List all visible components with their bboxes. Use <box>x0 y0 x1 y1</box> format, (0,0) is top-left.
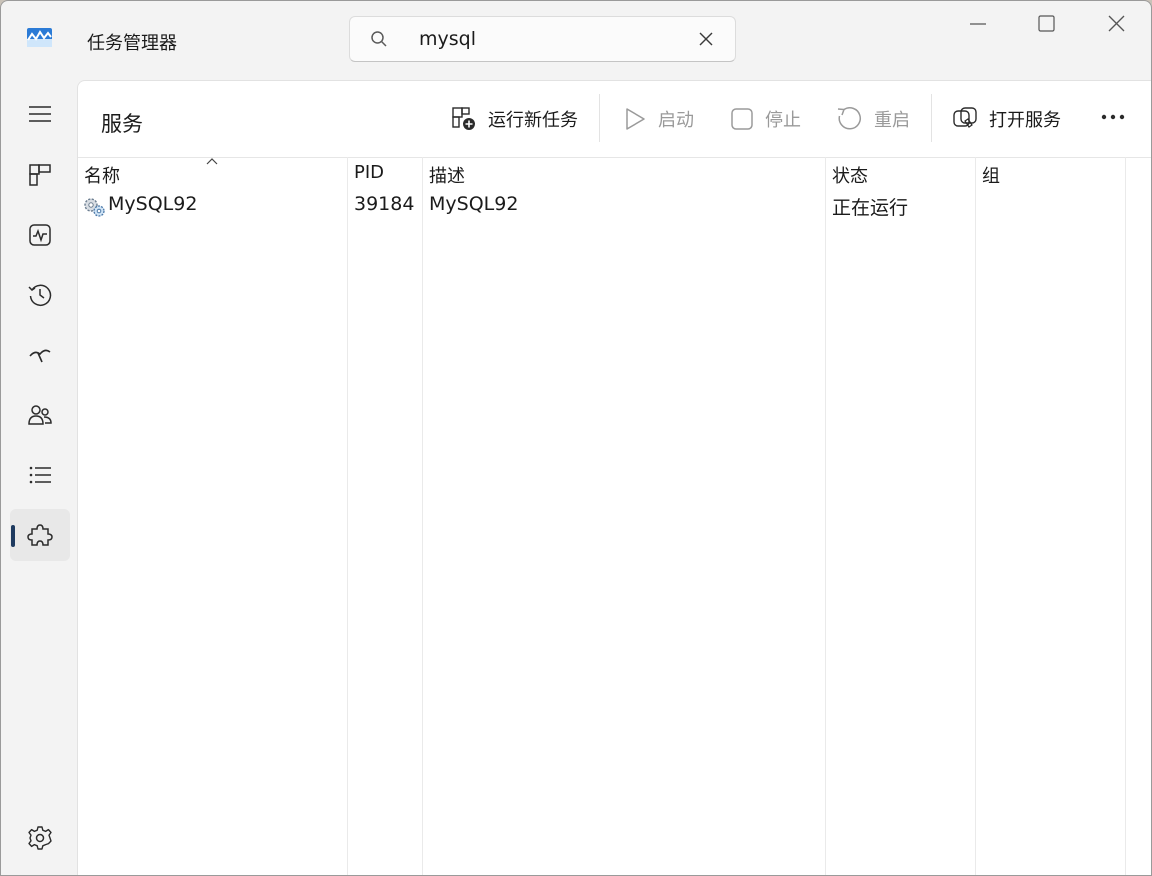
performance-icon <box>29 224 51 246</box>
column-divider[interactable] <box>975 157 976 875</box>
open-services-button[interactable]: 打开服务 <box>953 102 1061 136</box>
open-services-label: 打开服务 <box>989 110 1061 131</box>
start-label: 启动 <box>658 110 694 131</box>
column-header-pid[interactable]: PID <box>354 162 384 183</box>
task-manager-app-icon <box>27 28 52 47</box>
users-icon <box>28 405 52 425</box>
service-gears-icon <box>84 198 105 217</box>
run-new-task-label: 运行新任务 <box>488 110 578 131</box>
sort-ascending-icon <box>206 158 218 165</box>
task-manager-window: 任务管理器 mysql 服务 运行新任务 启动 停止 重启 打开服务 名称 PI… <box>0 0 1152 876</box>
search-box[interactable]: mysql <box>349 16 736 62</box>
nav-details[interactable] <box>10 449 70 501</box>
nav-sidebar <box>1 79 77 875</box>
start-button[interactable]: 启动 <box>624 102 694 136</box>
nav-processes[interactable] <box>10 149 70 201</box>
column-divider[interactable] <box>825 157 826 875</box>
restart-button[interactable]: 重启 <box>836 102 910 136</box>
details-list-icon <box>29 466 51 484</box>
title-bar: 任务管理器 mysql <box>1 1 1151 79</box>
processes-icon <box>29 164 51 186</box>
close-button[interactable] <box>1093 7 1139 41</box>
maximize-button[interactable] <box>1023 7 1069 41</box>
history-icon <box>28 284 52 307</box>
gear-icon <box>28 826 52 850</box>
play-icon <box>626 108 645 130</box>
app-title: 任务管理器 <box>87 33 177 54</box>
service-description-cell[interactable]: MySQL92 <box>429 193 518 215</box>
column-header-name[interactable]: 名称 <box>84 162 120 188</box>
clear-search-icon[interactable] <box>698 31 714 47</box>
nav-app-history[interactable] <box>10 269 70 321</box>
service-name-cell[interactable]: MySQL92 <box>108 193 197 215</box>
nav-services[interactable] <box>10 509 70 561</box>
stop-label: 停止 <box>765 110 801 131</box>
toolbar-separator <box>931 94 932 142</box>
service-status-cell[interactable]: 正在运行 <box>832 193 908 220</box>
hamburger-icon <box>29 106 51 122</box>
nav-performance[interactable] <box>10 209 70 261</box>
restart-icon <box>837 107 861 130</box>
column-divider[interactable] <box>1125 157 1126 875</box>
active-indicator <box>11 525 15 547</box>
column-header-group[interactable]: 组 <box>982 162 1000 188</box>
close-icon <box>1108 15 1125 32</box>
page-title: 服务 <box>101 112 143 136</box>
nav-settings[interactable] <box>10 812 70 864</box>
open-services-icon <box>953 107 977 128</box>
run-new-task-button[interactable]: 运行新任务 <box>452 102 578 136</box>
services-puzzle-icon <box>27 524 53 546</box>
run-new-task-icon <box>452 107 475 130</box>
more-options-icon[interactable] <box>1100 105 1130 129</box>
minimize-icon <box>970 23 986 25</box>
service-pid-cell[interactable]: 39184 <box>354 193 414 215</box>
search-input[interactable]: mysql <box>419 28 476 50</box>
maximize-icon <box>1038 15 1055 32</box>
search-icon <box>371 31 387 47</box>
column-divider[interactable] <box>347 157 348 875</box>
column-divider[interactable] <box>422 157 423 875</box>
stop-icon <box>731 108 753 130</box>
column-header-status[interactable]: 状态 <box>832 162 868 188</box>
stop-button[interactable]: 停止 <box>731 102 801 136</box>
minimize-button[interactable] <box>955 7 1001 41</box>
nav-users[interactable] <box>10 389 70 441</box>
restart-label: 重启 <box>874 110 910 131</box>
services-content: 服务 运行新任务 启动 停止 重启 打开服务 名称 PID 描述 状态 组 My… <box>77 80 1151 875</box>
startup-speedometer-icon <box>29 349 51 363</box>
nav-menu-button[interactable] <box>10 88 70 140</box>
nav-startup-apps[interactable] <box>10 329 70 381</box>
column-header-description[interactable]: 描述 <box>429 162 465 188</box>
toolbar-separator <box>599 94 600 142</box>
